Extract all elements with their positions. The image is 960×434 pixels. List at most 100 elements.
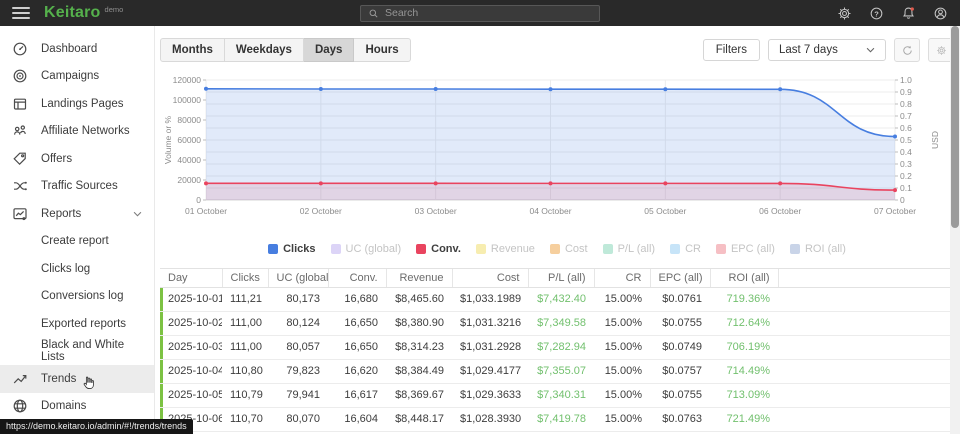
trends-icon <box>12 371 28 387</box>
sidebar-item-affiliate-networks[interactable]: Affiliate Networks <box>0 118 154 146</box>
cell-epc-all: $0.0749 <box>650 336 710 360</box>
notifications-icon[interactable] <box>901 6 916 21</box>
settings-icon[interactable] <box>837 6 852 21</box>
svg-text:04 October: 04 October <box>529 206 571 216</box>
svg-text:0.5: 0.5 <box>900 135 912 145</box>
svg-text:1.0: 1.0 <box>900 75 912 85</box>
tab-hours[interactable]: Hours <box>354 38 410 62</box>
sidebar-item-clicks-log[interactable]: Clicks log <box>0 255 154 283</box>
svg-text:80000: 80000 <box>177 115 201 125</box>
cell-p-l-all: $7,282.94 <box>528 336 594 360</box>
menu-icon[interactable] <box>12 7 30 19</box>
vertical-scrollbar[interactable] <box>950 26 960 434</box>
svg-text:0.3: 0.3 <box>900 159 912 169</box>
legend-swatch <box>331 244 341 254</box>
cell-conv: 16,620 <box>328 360 386 384</box>
cell-cr: 15.00% <box>594 312 650 336</box>
cell-clicks: 110,80 <box>222 360 268 384</box>
app-window: Keitaro demo Search ? Dashboard Campaigns… <box>0 0 960 434</box>
svg-text:0.4: 0.4 <box>900 147 912 157</box>
gear-icon <box>936 45 947 56</box>
legend-swatch <box>476 244 486 254</box>
svg-text:01 October: 01 October <box>185 206 227 216</box>
svg-text:0.9: 0.9 <box>900 87 912 97</box>
column-header-epc-all: EPC (all) <box>650 269 710 288</box>
tab-months[interactable]: Months <box>160 38 225 62</box>
legend-swatch <box>550 244 560 254</box>
legend-item-cr[interactable]: CR <box>670 243 701 255</box>
sidebar-item-label: Traffic Sources <box>41 180 118 192</box>
sidebar-item-exported-reports[interactable]: Exported reports <box>0 310 154 338</box>
svg-text:?: ? <box>874 9 879 18</box>
legend-label: Conv. <box>431 243 461 255</box>
svg-text:0: 0 <box>900 195 905 205</box>
sidebar-item-label: Offers <box>41 153 72 165</box>
column-header-spacer <box>778 269 954 288</box>
date-range-select[interactable]: Last 7 days <box>768 39 886 61</box>
svg-text:06 October: 06 October <box>759 206 801 216</box>
cell-revenue: $8,314.23 <box>386 336 452 360</box>
campaigns-icon <box>12 68 28 84</box>
scrollbar-thumb[interactable] <box>951 26 959 228</box>
svg-text:07 October: 07 October <box>874 206 916 216</box>
cell-uc-global: 79,941 <box>268 384 328 408</box>
legend-item-roi-all[interactable]: ROI (all) <box>790 243 846 255</box>
cell-day: 2025-10-02 <box>160 312 222 336</box>
date-range-value: Last 7 days <box>779 44 838 56</box>
sidebar-item-label: Campaigns <box>41 70 99 82</box>
legend-swatch <box>603 244 613 254</box>
legend-item-conv[interactable]: Conv. <box>416 243 461 255</box>
sidebar-item-landings-pages[interactable]: Landings Pages <box>0 90 154 118</box>
sidebar-item-traffic-sources[interactable]: Traffic Sources <box>0 173 154 201</box>
sidebar-item-offers[interactable]: Offers <box>0 145 154 173</box>
cell-epc-all: $0.0763 <box>650 408 710 432</box>
filters-button[interactable]: Filters <box>703 39 760 61</box>
affiliate-networks-icon <box>12 123 28 139</box>
svg-text:0.7: 0.7 <box>900 111 912 121</box>
legend-label: CR <box>685 243 701 255</box>
sidebar-item-label: Landings Pages <box>41 98 123 110</box>
cell-epc-all: $0.0755 <box>650 312 710 336</box>
cell-roi-all: 713.09% <box>710 384 778 408</box>
search-input[interactable]: Search <box>360 5 600 22</box>
help-icon[interactable]: ? <box>869 6 884 21</box>
cell-cost: $1,028.3930 <box>452 408 528 432</box>
legend-item-epc-all[interactable]: EPC (all) <box>716 243 775 255</box>
sidebar-item-domains[interactable]: Domains <box>0 393 154 421</box>
sidebar-item-label: Reports <box>41 208 81 220</box>
tab-days[interactable]: Days <box>304 38 355 62</box>
svg-text:USD: USD <box>930 131 940 149</box>
column-header-p-l-all: P/L (all) <box>528 269 594 288</box>
brand-logo[interactable]: Keitaro demo <box>44 4 123 22</box>
sidebar-item-campaigns[interactable]: Campaigns <box>0 63 154 91</box>
legend-item-uc-global[interactable]: UC (global) <box>331 243 402 255</box>
column-header-cr: CR <box>594 269 650 288</box>
cell-roi-all: 712.64% <box>710 312 778 336</box>
sidebar-item-black-and-white-lists[interactable]: Black and White Lists <box>0 338 154 366</box>
legend-item-clicks[interactable]: Clicks <box>268 243 315 255</box>
sidebar-item-dashboard[interactable]: Dashboard <box>0 35 154 63</box>
refresh-icon <box>901 44 914 57</box>
sidebar-item-trends[interactable]: Trends <box>0 365 154 393</box>
account-icon[interactable] <box>933 6 948 21</box>
tab-weekdays[interactable]: Weekdays <box>225 38 304 62</box>
topbar: Keitaro demo Search ? <box>0 0 960 26</box>
topbar-actions: ? <box>837 6 948 21</box>
sidebar-item-create-report[interactable]: Create report <box>0 228 154 256</box>
legend-item-p-l-all[interactable]: P/L (all) <box>603 243 656 255</box>
cell-conv: 16,680 <box>328 288 386 312</box>
svg-text:0.2: 0.2 <box>900 171 912 181</box>
cell-conv: 16,650 <box>328 336 386 360</box>
cell-uc-global: 80,057 <box>268 336 328 360</box>
cell-cost: $1,029.4177 <box>452 360 528 384</box>
refresh-button[interactable] <box>894 38 920 62</box>
cell-revenue: $8,465.60 <box>386 288 452 312</box>
cell-day: 2025-10-04 <box>160 360 222 384</box>
sidebar-item-conversions-log[interactable]: Conversions log <box>0 283 154 311</box>
legend-swatch <box>790 244 800 254</box>
landings-pages-icon <box>12 96 28 112</box>
sidebar-item-reports[interactable]: Reports <box>0 200 154 228</box>
legend-item-revenue[interactable]: Revenue <box>476 243 535 255</box>
cell-p-l-all: $7,355.07 <box>528 360 594 384</box>
legend-item-cost[interactable]: Cost <box>550 243 588 255</box>
